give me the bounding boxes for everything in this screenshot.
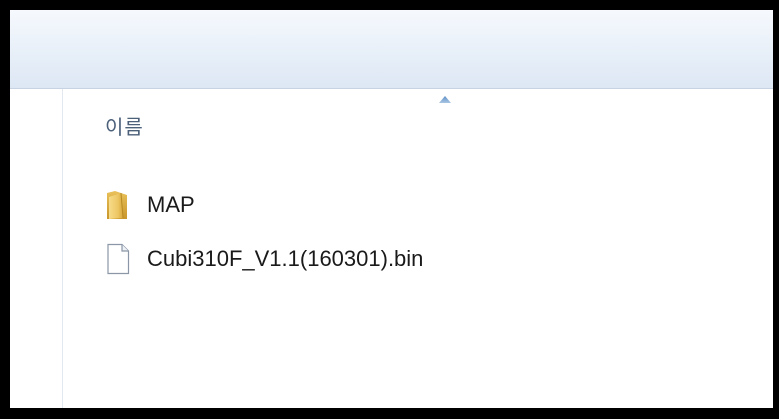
column-header-divider	[63, 149, 773, 150]
explorer-window: 이름 MAP Cubi310F_V1.1(160301).bin	[0, 0, 779, 419]
file-icon	[103, 242, 133, 276]
column-header-name[interactable]: 이름	[63, 89, 773, 149]
file-name-label: MAP	[147, 192, 195, 217]
navigation-pane	[10, 89, 63, 408]
column-name-label: 이름	[105, 117, 144, 139]
list-item-file-bin[interactable]: Cubi310F_V1.1(160301).bin	[103, 241, 423, 277]
file-list: MAP Cubi310F_V1.1(160301).bin	[103, 187, 423, 295]
folder-icon	[103, 188, 133, 222]
list-item-folder-map[interactable]: MAP	[103, 187, 423, 223]
sort-ascending-arrow-icon	[439, 96, 451, 103]
file-list-pane: 이름 MAP Cubi310F_V1.1(160301).bin	[63, 89, 773, 408]
explorer-toolbar	[10, 10, 773, 90]
file-name-label: Cubi310F_V1.1(160301).bin	[147, 246, 424, 271]
